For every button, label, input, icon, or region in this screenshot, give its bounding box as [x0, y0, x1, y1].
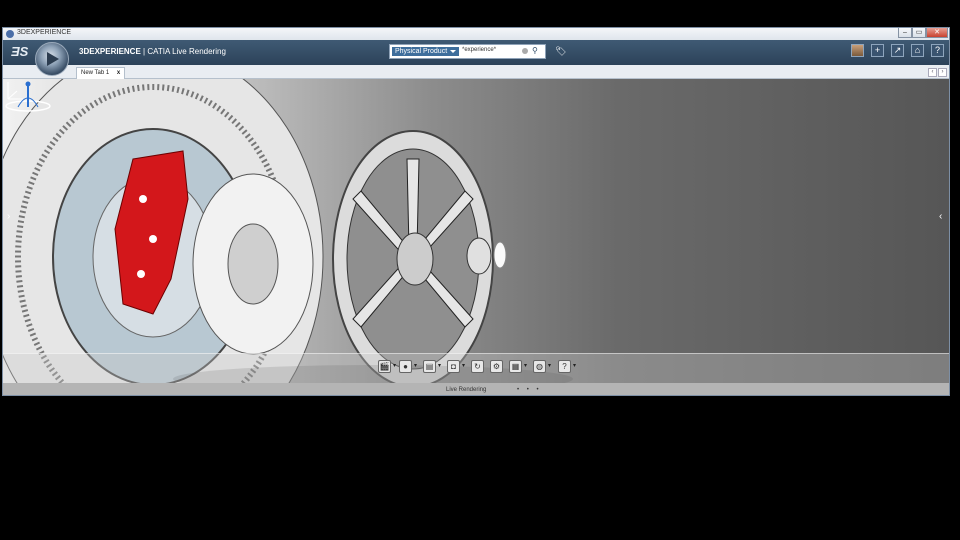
image-render-icon[interactable]: ▤ [423, 360, 441, 373]
section-title[interactable]: Live Rendering [446, 387, 486, 393]
wheel-assembly-render [3, 79, 573, 395]
help-icon[interactable]: ? [931, 44, 944, 57]
user-avatar[interactable] [851, 44, 864, 57]
application-window: 3DEXPERIENCE – ▭ ✕ ƎS 3DEXPERIENCE | CAT… [2, 27, 950, 396]
tab-label: New Tab 1 [81, 70, 110, 76]
3ds-logo-icon: ƎS [11, 44, 29, 59]
sphere-material-icon[interactable]: ● [399, 360, 417, 373]
settings-gear-icon[interactable]: ⚙ [490, 360, 503, 373]
share-icon[interactable]: ↗ [891, 44, 904, 57]
minimize-button[interactable]: – [898, 28, 912, 38]
maximize-button[interactable]: ▭ [912, 28, 926, 38]
camera-icon[interactable]: ◘ [447, 360, 465, 373]
close-tab-icon[interactable]: x [117, 70, 120, 76]
window-title: 3DEXPERIENCE [17, 29, 72, 36]
scene-library-icon[interactable]: ▦ [509, 360, 527, 373]
app-title: 3DEXPERIENCE | CATIA Live Rendering [79, 47, 226, 56]
tab-bar: New Tab 1 x ‹ › [3, 65, 949, 79]
clapperboard-icon[interactable]: 🎬 [378, 360, 396, 373]
3d-viewport[interactable]: › ‹ 🎬 ● ▤ ◘ ↻ ⚙ ▦ ◍ ? Live Rendering • •… [3, 79, 949, 395]
action-bar-footer: Live Rendering • • • [3, 383, 949, 395]
close-window-button[interactable]: ✕ [926, 28, 948, 38]
right-panel-toggle-icon[interactable]: ‹ [939, 211, 942, 222]
clear-search-icon[interactable] [522, 48, 528, 54]
play-icon [47, 52, 59, 66]
search-input[interactable]: *experience* [462, 47, 496, 53]
axis-triad-icon [7, 82, 23, 100]
left-panel-toggle-icon[interactable]: › [7, 211, 10, 222]
app-title-brand: 3DEXPERIENCE [79, 47, 141, 56]
search-icon[interactable]: ⚲ [532, 46, 538, 55]
compass-button[interactable] [35, 42, 69, 76]
app-window-icon [6, 30, 14, 38]
tab-new-tab-1[interactable]: New Tab 1 x [76, 67, 126, 79]
home-icon[interactable]: ⌂ [911, 44, 924, 57]
app-title-name: | CATIA Live Rendering [143, 47, 226, 56]
tab-scroll-arrows: ‹ › [927, 68, 947, 77]
section-pager-dots[interactable]: • • • [517, 387, 542, 393]
tab-prev-icon[interactable]: ‹ [928, 68, 937, 77]
tab-next-icon[interactable]: › [938, 68, 947, 77]
tag-icon[interactable]: 🏷 [555, 46, 566, 56]
add-icon[interactable]: + [871, 44, 884, 57]
help-tool-icon[interactable]: ? [558, 360, 576, 373]
search-category-dropdown[interactable]: Physical Product [392, 47, 460, 56]
top-bar: ƎS 3DEXPERIENCE | CATIA Live Rendering P… [3, 40, 949, 76]
globe-environment-icon[interactable]: ◍ [533, 360, 551, 373]
action-bar: 🎬 ● ▤ ◘ ↻ ⚙ ▦ ◍ ? [3, 353, 949, 384]
turntable-icon[interactable]: ↻ [471, 360, 484, 373]
search-box[interactable]: Physical Product *experience* ⚲ [389, 44, 546, 59]
